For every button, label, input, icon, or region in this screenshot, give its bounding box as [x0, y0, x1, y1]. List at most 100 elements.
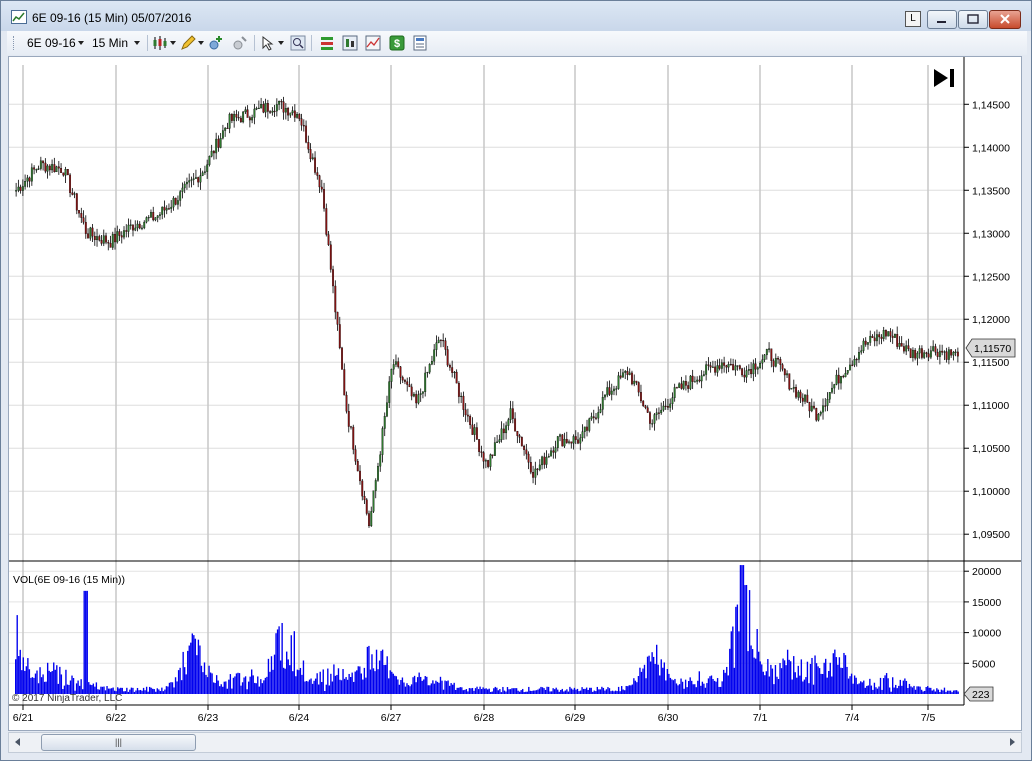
volume-bar: [39, 667, 41, 694]
lock-button[interactable]: L: [905, 11, 921, 27]
volume-bar: [710, 675, 713, 694]
candle-body: [693, 381, 696, 383]
volume-bar: [155, 691, 157, 694]
candle-body: [795, 387, 797, 398]
volume-bar: [657, 664, 659, 694]
add-indicator-icon[interactable]: [208, 35, 224, 51]
chart-area[interactable]: 1,09500 1,10000 1,10500 1,11000 1,11500 1,120…: [8, 56, 1022, 731]
candle-body: [950, 349, 953, 356]
volume-bar: [497, 690, 500, 694]
candle-body: [878, 334, 881, 338]
volume-bar: [365, 677, 367, 694]
instrument-dropdown-icon[interactable]: [78, 41, 84, 45]
strategies-icon[interactable]: [232, 35, 248, 51]
volume-bar: [378, 660, 381, 694]
candle-body: [53, 164, 56, 173]
interval-dropdown-icon[interactable]: [134, 41, 140, 45]
chart-style-dropdown-icon[interactable]: [170, 41, 176, 45]
maximize-button[interactable]: [958, 10, 988, 29]
bar-chart-icon[interactable]: [365, 35, 381, 51]
volume-bar: [691, 680, 693, 694]
candle-body: [720, 362, 723, 369]
chart-canvas[interactable]: 1,09500 1,10000 1,10500 1,11000 1,11500 1,120…: [9, 57, 1021, 730]
volume-bar: [31, 677, 34, 694]
volume-bar: [512, 688, 515, 694]
draw-dropdown-icon[interactable]: [198, 41, 204, 45]
volume-bar: [729, 648, 731, 694]
volume-bar: [794, 672, 796, 694]
volume-bar: [247, 681, 250, 694]
candle-body: [426, 371, 429, 374]
volume-bar: [36, 670, 38, 694]
volume-bar: [758, 651, 760, 694]
chart-style-icon[interactable]: [152, 35, 168, 51]
volume-bar: [680, 678, 682, 694]
price-tick-label: 1,10500: [972, 443, 1010, 455]
interval-selector[interactable]: 15 Min: [92, 36, 128, 50]
candle-body: [156, 215, 159, 218]
candle-body: [446, 349, 449, 366]
volume-tick-label: 20000: [972, 566, 1001, 578]
title-bar[interactable]: 6E 09-16 (15 Min) 05/07/2016 L: [1, 1, 1031, 31]
candle-body: [386, 402, 388, 417]
candle-body: [410, 386, 413, 397]
candle-body: [73, 193, 76, 195]
properties-icon[interactable]: [412, 35, 428, 51]
volume-bar: [28, 669, 31, 694]
volume-bar: [628, 685, 630, 694]
candle-body: [30, 167, 33, 182]
close-button[interactable]: [989, 10, 1021, 29]
minimize-button[interactable]: [927, 10, 957, 29]
volume-bar: [799, 675, 801, 694]
candle-body: [792, 387, 795, 389]
volume-bar: [65, 669, 67, 694]
candle-body: [302, 125, 305, 127]
candle-body: [484, 460, 487, 462]
volume-bar: [225, 681, 227, 694]
candle-body: [518, 435, 521, 438]
volume-bar: [751, 649, 754, 694]
volume-bar: [436, 681, 439, 694]
candle-body: [221, 130, 224, 139]
candle-body: [451, 367, 454, 373]
pointer-icon[interactable]: [260, 35, 276, 51]
pointer-dropdown-icon[interactable]: [278, 41, 284, 45]
volume-bar: [438, 682, 440, 694]
candle-body: [307, 142, 310, 150]
volume-bar: [768, 676, 771, 694]
scroll-right-icon[interactable]: [1010, 738, 1015, 746]
volume-bar: [549, 691, 551, 694]
volume-bar: [56, 665, 58, 694]
candle-body: [682, 381, 685, 389]
volume-bar: [413, 675, 416, 694]
scroll-to-end-icon[interactable]: [934, 69, 954, 87]
candle-body: [161, 206, 164, 215]
time-tick-label: 7/1: [753, 712, 768, 724]
dollar-icon[interactable]: $: [389, 35, 405, 51]
horizontal-scrollbar[interactable]: |||: [8, 732, 1022, 753]
chart-trader-icon[interactable]: [342, 35, 358, 51]
data-box-icon[interactable]: [319, 35, 335, 51]
candle-body: [69, 174, 72, 193]
instrument-selector[interactable]: 6E 09-16: [27, 36, 76, 50]
candle-body: [691, 375, 694, 382]
candle-body: [954, 351, 957, 353]
volume-bar: [25, 666, 28, 694]
candle-body: [563, 438, 566, 447]
candle-body: [945, 351, 948, 360]
zoom-icon[interactable]: [290, 35, 306, 51]
toolbar-grip[interactable]: [13, 36, 16, 50]
volume-bar: [397, 679, 399, 694]
volume-bar: [226, 688, 229, 694]
volume-bar: [503, 690, 506, 694]
volume-bar: [445, 681, 448, 694]
volume-bar: [744, 585, 746, 694]
volume-bar: [863, 680, 865, 694]
volume-bar: [689, 677, 691, 694]
candle-body: [633, 380, 636, 385]
volume-bar: [488, 688, 490, 694]
scroll-left-icon[interactable]: [15, 738, 20, 746]
draw-pencil-icon[interactable]: [180, 35, 196, 51]
scrollbar-thumb[interactable]: |||: [41, 734, 196, 751]
volume-bar: [327, 668, 329, 694]
